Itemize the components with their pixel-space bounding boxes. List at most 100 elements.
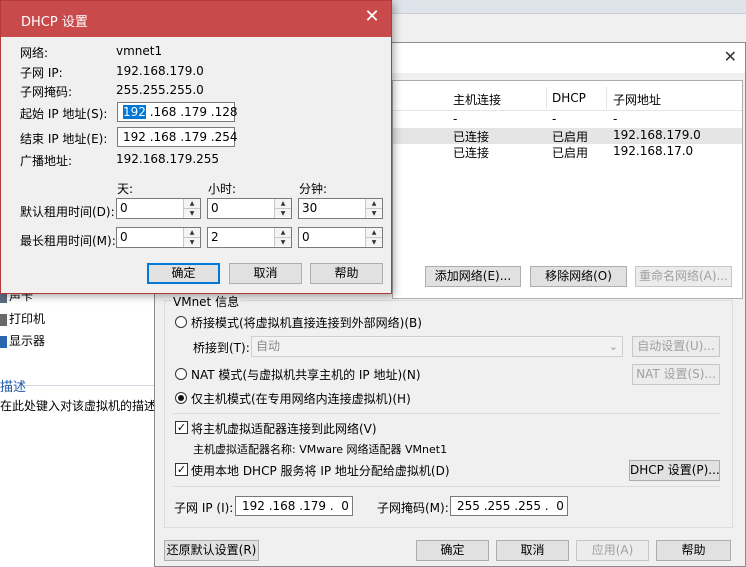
- dialog-titlebar: DHCP 设置 ✕: [1, 1, 391, 37]
- network-list-header: 主机连接 DHCP 子网地址: [393, 85, 742, 111]
- host-only-radio[interactable]: [175, 392, 187, 404]
- arrow-down-icon[interactable]: ▼: [366, 237, 382, 246]
- chevron-down-icon: ⌄: [608, 340, 618, 353]
- broadcast-value: 192.168.179.255: [116, 152, 220, 166]
- column-separator: [546, 87, 547, 109]
- close-icon[interactable]: ✕: [361, 7, 383, 27]
- network-label: 网络:: [20, 46, 49, 60]
- cell-dhcp: 已启用: [552, 130, 589, 144]
- start-ip-selected-octet: 192: [123, 105, 146, 119]
- editor-cancel-button[interactable]: 取消: [496, 540, 569, 561]
- arrow-up-icon[interactable]: ▲: [366, 199, 382, 208]
- minutes-header: 分钟:: [299, 182, 328, 196]
- end-ip-label: 结束 IP 地址(E):: [20, 132, 108, 146]
- cell-host: 已连接: [453, 146, 490, 160]
- dhcp-ok-button[interactable]: 确定: [147, 263, 220, 284]
- use-dhcp-checkbox[interactable]: ✓: [175, 463, 188, 476]
- col-subnet[interactable]: 子网地址: [613, 91, 661, 108]
- connect-host-adapter-checkbox[interactable]: ✓: [175, 421, 188, 434]
- list-item-label: 显示器: [9, 334, 46, 348]
- col-host-connection[interactable]: 主机连接: [453, 91, 501, 108]
- nat-label[interactable]: NAT 模式(与虚拟机共享主机的 IP 地址)(N): [191, 366, 421, 383]
- spin-value: 0: [302, 230, 310, 244]
- spin-value: 0: [211, 201, 219, 215]
- check-icon: ✓: [176, 421, 187, 434]
- table-row[interactable]: - - -: [393, 112, 742, 128]
- max-lease-days[interactable]: 0 ▲ ▼: [116, 227, 201, 248]
- table-row[interactable]: 已连接 已启用 192.168.17.0: [393, 144, 742, 160]
- dhcp-help-button[interactable]: 帮助: [310, 263, 383, 284]
- add-network-button[interactable]: 添加网络(E)...: [425, 266, 521, 287]
- subnet-mask-label: 子网掩码:: [20, 85, 73, 99]
- arrow-down-icon[interactable]: ▼: [184, 208, 200, 217]
- subnet-mask-value: 255.255.255.0: [116, 83, 204, 97]
- description-text[interactable]: 在此处键入对该虚拟机的描述。: [0, 397, 168, 414]
- bridged-label[interactable]: 桥接模式(将虚拟机直接连接到外部网络)(B): [191, 314, 422, 331]
- subnet-mask-field[interactable]: 255 .255 .255 . 0: [450, 496, 568, 516]
- arrow-up-icon[interactable]: ▲: [275, 199, 291, 208]
- rename-network-button[interactable]: 重命名网络(A)...: [635, 266, 732, 287]
- arrow-up-icon[interactable]: ▲: [275, 228, 291, 237]
- default-lease-hours[interactable]: 0 ▲ ▼: [207, 198, 292, 219]
- spin-value: 0: [120, 201, 128, 215]
- spin-buttons[interactable]: ▲ ▼: [183, 228, 200, 247]
- arrow-down-icon[interactable]: ▼: [366, 208, 382, 217]
- end-ip-field[interactable]: 192 .168 .179 .254: [117, 127, 238, 147]
- cell-host: -: [453, 112, 458, 126]
- nat-settings-button[interactable]: NAT 设置(S)...: [632, 364, 720, 385]
- editor-ok-button[interactable]: 确定: [416, 540, 489, 561]
- arrow-up-icon[interactable]: ▲: [184, 199, 200, 208]
- max-lease-minutes[interactable]: 0 ▲ ▼: [298, 227, 383, 248]
- dhcp-settings-button[interactable]: DHCP 设置(P)...: [629, 460, 720, 481]
- start-ip-field[interactable]: 192 .168 .179 .128: [117, 102, 238, 122]
- arrow-down-icon[interactable]: ▼: [184, 237, 200, 246]
- default-lease-days[interactable]: 0 ▲ ▼: [116, 198, 201, 219]
- vmnet-info-group: [164, 300, 733, 528]
- spin-buttons[interactable]: ▲ ▼: [274, 199, 291, 218]
- editor-help-button[interactable]: 帮助: [656, 540, 731, 561]
- editor-apply-button[interactable]: 应用(A): [576, 540, 649, 561]
- arrow-up-icon[interactable]: ▲: [184, 228, 200, 237]
- list-item-label: 打印机: [9, 312, 46, 326]
- host-only-label[interactable]: 仅主机模式(在专用网络内连接虚拟机)(H): [191, 390, 411, 407]
- restore-defaults-button[interactable]: 还原默认设置(R): [164, 540, 259, 561]
- arrow-up-icon[interactable]: ▲: [366, 228, 382, 237]
- monitor-icon: [0, 335, 7, 348]
- divider: [172, 413, 720, 414]
- table-row[interactable]: 已连接 已启用 192.168.179.0: [393, 128, 742, 144]
- close-icon[interactable]: ✕: [724, 47, 737, 66]
- description-heading: 描述: [0, 380, 27, 395]
- spin-buttons[interactable]: ▲ ▼: [365, 228, 382, 247]
- nat-radio[interactable]: [175, 368, 187, 380]
- broadcast-label: 广播地址:: [20, 154, 73, 168]
- start-ip-label: 起始 IP 地址(S):: [20, 107, 108, 121]
- subnet-ip-label: 子网 IP:: [20, 66, 63, 80]
- subnet-ip-label: 子网 IP (I):: [174, 501, 234, 515]
- list-item[interactable]: 显示器: [0, 332, 45, 349]
- col-dhcp[interactable]: DHCP: [552, 91, 586, 105]
- subnet-ip-value: 192.168.179.0: [116, 64, 204, 78]
- remove-network-button[interactable]: 移除网络(O): [530, 266, 627, 287]
- arrow-down-icon[interactable]: ▼: [275, 208, 291, 217]
- list-item[interactable]: 打印机: [0, 310, 45, 327]
- spin-buttons[interactable]: ▲ ▼: [274, 228, 291, 247]
- max-lease-hours[interactable]: 2 ▲ ▼: [207, 227, 292, 248]
- dhcp-settings-dialog: DHCP 设置 ✕ 网络: vmnet1 子网 IP: 192.168.179.…: [0, 0, 392, 294]
- max-lease-label: 最长租用时间(M):: [20, 234, 116, 248]
- auto-settings-button[interactable]: 自动设置(U)...: [632, 336, 720, 357]
- bridged-radio[interactable]: [175, 316, 187, 328]
- spin-buttons[interactable]: ▲ ▼: [365, 199, 382, 218]
- dhcp-cancel-button[interactable]: 取消: [229, 263, 302, 284]
- bridged-to-value: 自动: [256, 339, 281, 353]
- connect-host-adapter-label[interactable]: 将主机虚拟适配器连接到此网络(V): [191, 420, 377, 437]
- bridged-to-select[interactable]: 自动 ⌄: [251, 336, 623, 357]
- check-icon: ✓: [176, 463, 187, 476]
- use-dhcp-label[interactable]: 使用本地 DHCP 服务将 IP 地址分配给虚拟机(D): [191, 462, 450, 479]
- dialog-title: DHCP 设置: [21, 15, 88, 30]
- printer-icon: [0, 313, 7, 326]
- spin-buttons[interactable]: ▲ ▼: [183, 199, 200, 218]
- subnet-ip-field[interactable]: 192 .168 .179 . 0: [235, 496, 353, 516]
- arrow-down-icon[interactable]: ▼: [275, 237, 291, 246]
- default-lease-minutes[interactable]: 30 ▲ ▼: [298, 198, 383, 219]
- cell-subnet: 192.168.179.0: [613, 128, 701, 142]
